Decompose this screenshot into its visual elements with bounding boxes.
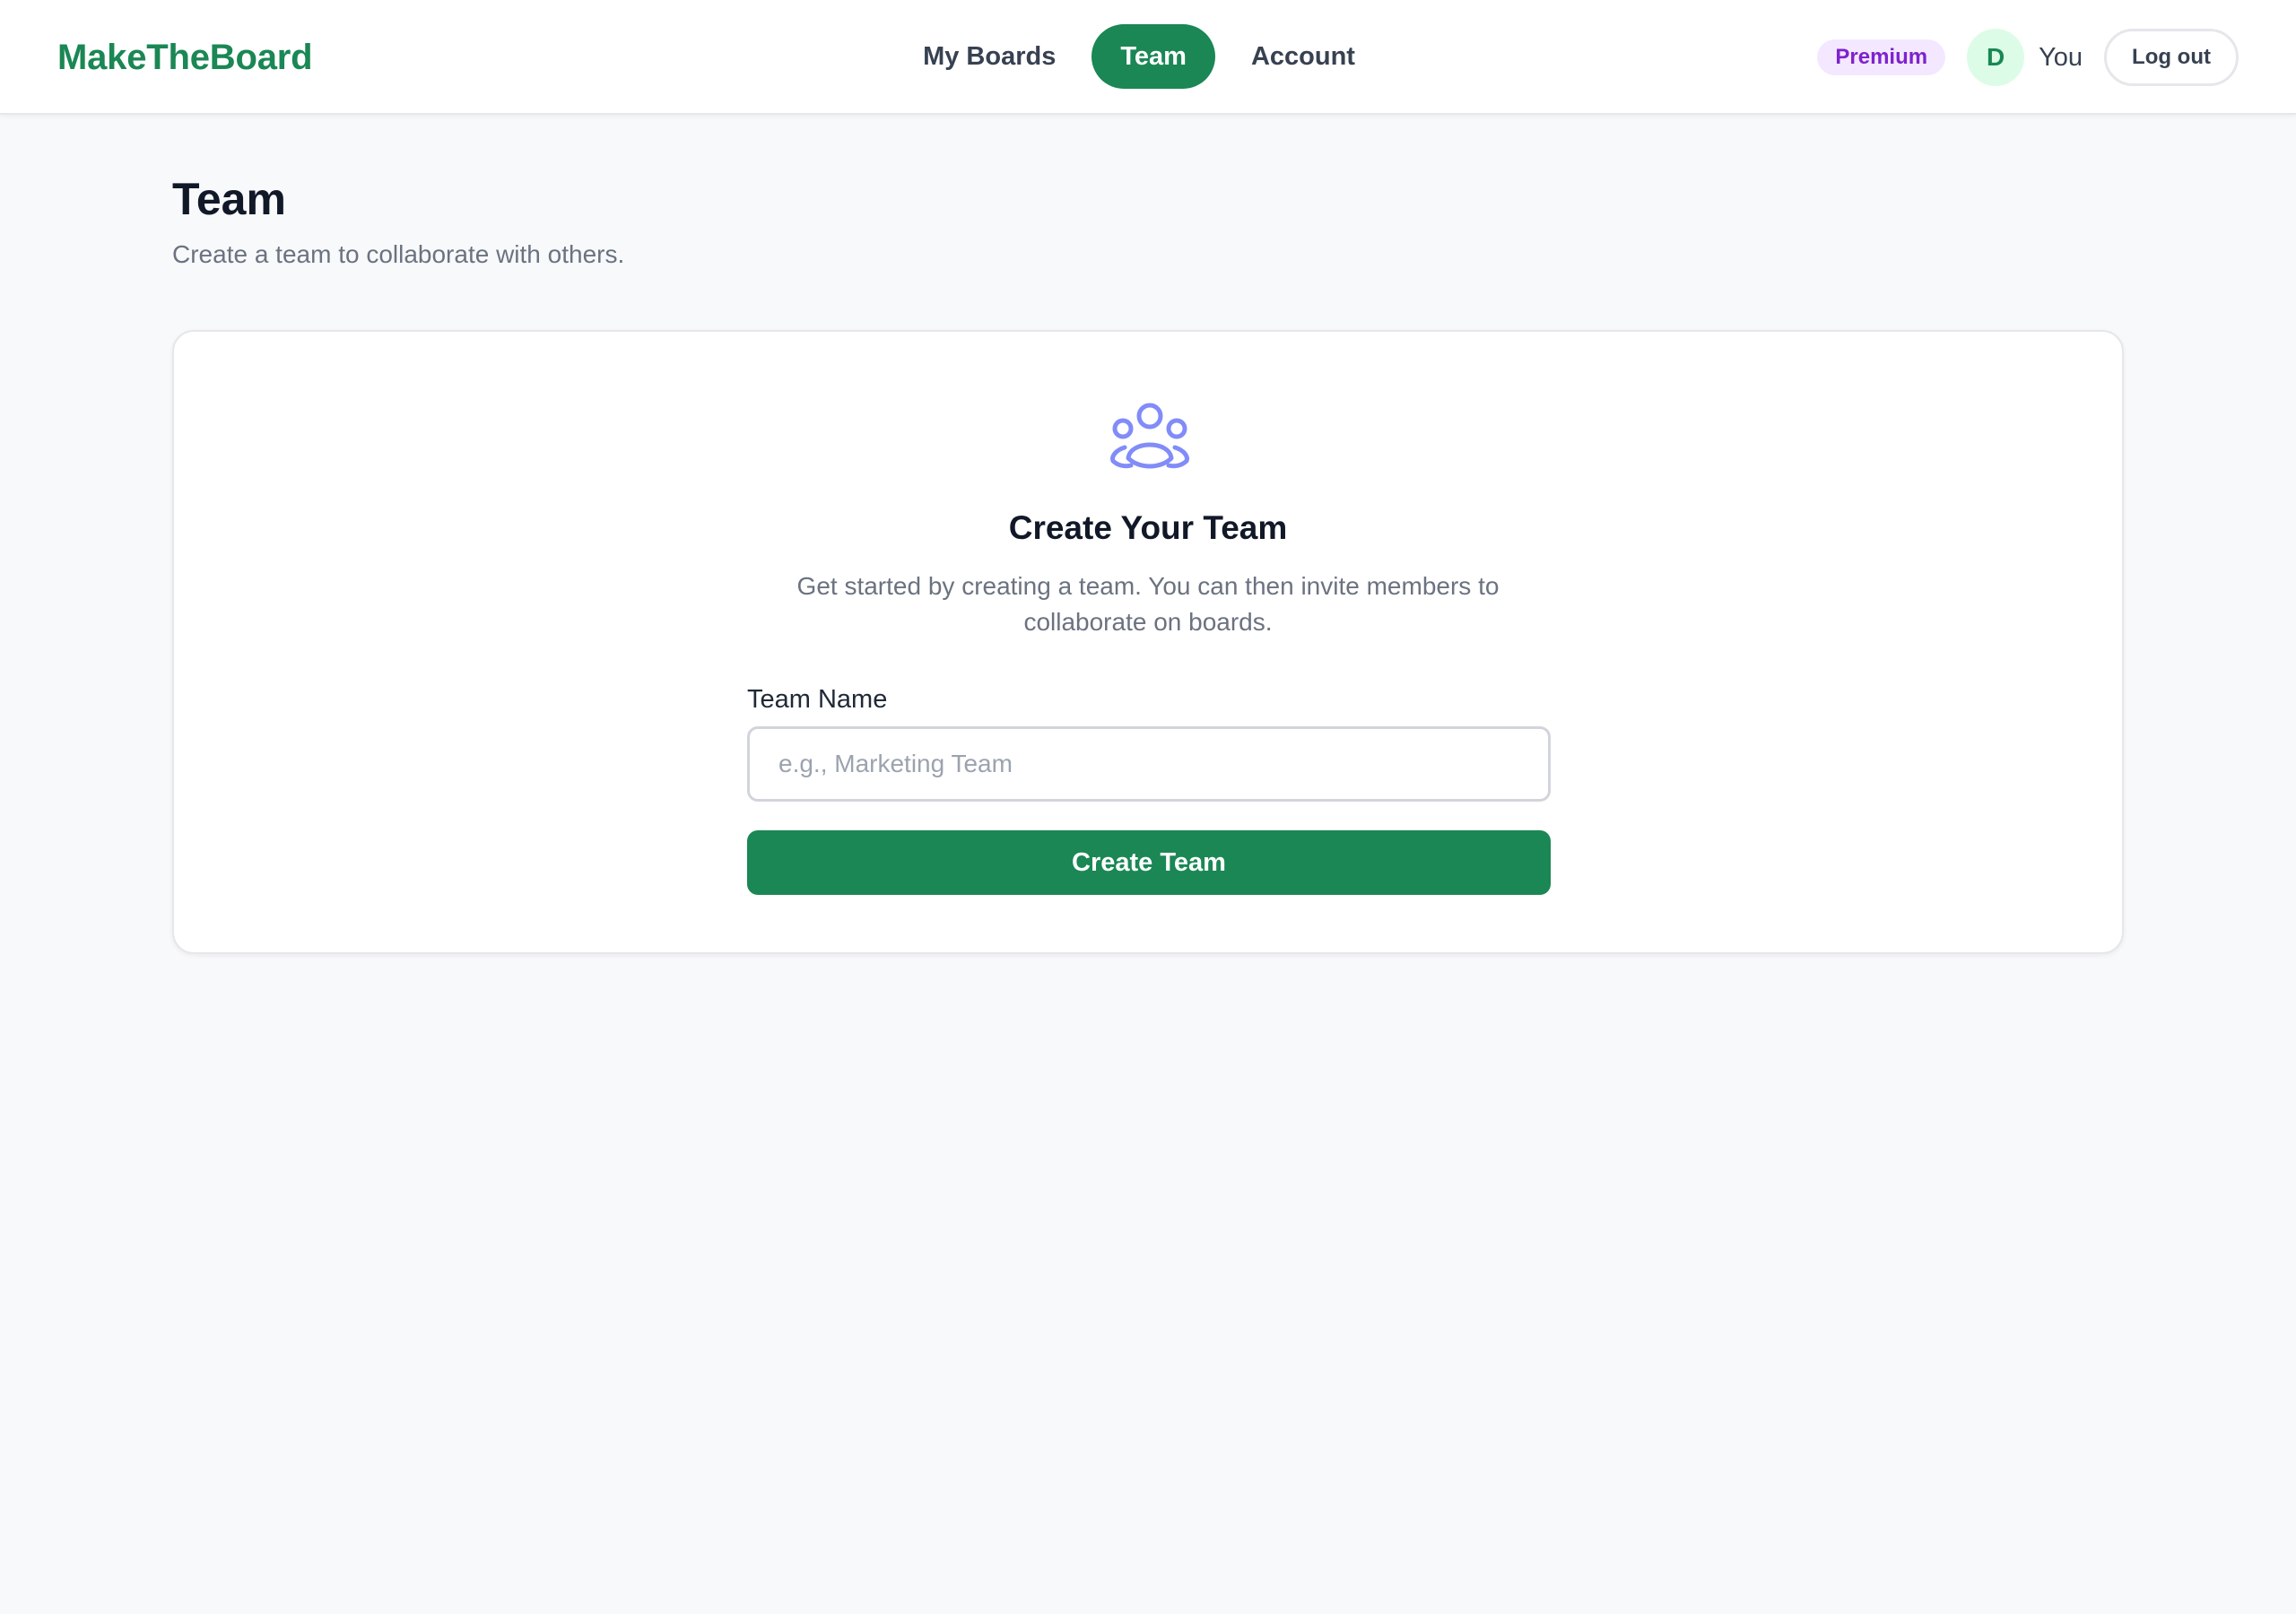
premium-badge: Premium [1817, 39, 1946, 75]
avatar[interactable]: D [1967, 29, 2025, 86]
create-team-form: Team Name Create Team [747, 683, 1551, 895]
users-group-icon [1110, 403, 1189, 469]
user-menu: Premium D You Log out [1817, 29, 2239, 86]
team-name-label: Team Name [747, 685, 888, 714]
page-title: Team [172, 174, 286, 224]
user-name: You [2039, 42, 2083, 72]
create-team-button[interactable]: Create Team [747, 830, 1551, 895]
page-subtitle: Create a team to collaborate with others… [172, 240, 625, 268]
nav-item-team[interactable]: Team [1091, 24, 1215, 89]
card-description: Get started by creating a team. You can … [796, 572, 1500, 636]
nav-item-account[interactable]: Account [1222, 24, 1384, 89]
nav-item-my-boards[interactable]: My Boards [894, 24, 1084, 89]
card-title: Create Your Team [1008, 509, 1288, 546]
logout-button[interactable]: Log out [2104, 29, 2239, 86]
create-team-card: Create Your Team Get started by creating… [172, 330, 2124, 954]
team-name-input[interactable] [747, 726, 1551, 802]
top-navigation-bar: MakeTheBoard My Boards Team Account Prem… [0, 0, 2296, 115]
